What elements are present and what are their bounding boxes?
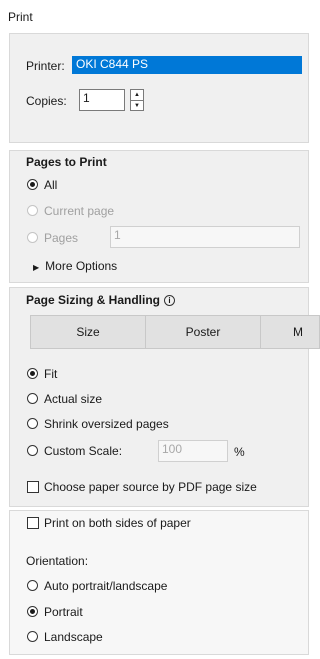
current-page-label[interactable]: Current page	[44, 204, 114, 218]
current-page-radio[interactable]	[27, 205, 38, 216]
portrait-label[interactable]: Portrait	[44, 605, 83, 619]
copies-spinner[interactable]: ▲ ▼	[130, 89, 144, 111]
fit-label[interactable]: Fit	[44, 367, 57, 381]
info-icon[interactable]: i	[164, 295, 176, 307]
more-options-label: More Options	[45, 259, 118, 273]
size-button[interactable]: Size	[30, 315, 146, 349]
poster-button-label: Poster	[185, 325, 221, 339]
sizing-heading-text: Page Sizing & Handling	[26, 293, 161, 307]
auto-orientation-radio[interactable]	[27, 580, 38, 591]
duplex-checkbox[interactable]	[27, 517, 39, 529]
actual-size-label[interactable]: Actual size	[44, 392, 102, 406]
size-button-label: Size	[76, 325, 100, 339]
paper-source-checkbox[interactable]	[27, 481, 39, 493]
spinner-down-icon[interactable]: ▼	[131, 101, 143, 111]
percent-label: %	[234, 445, 245, 459]
pages-range-input[interactable]: 1	[110, 226, 300, 248]
custom-scale-label[interactable]: Custom Scale:	[44, 444, 122, 458]
expand-triangle-icon: ▶	[33, 263, 40, 272]
spinner-up-icon[interactable]: ▲	[131, 90, 143, 101]
copies-label: Copies:	[26, 94, 67, 108]
shrink-label[interactable]: Shrink oversized pages	[44, 417, 169, 431]
all-radio[interactable]	[27, 179, 38, 190]
custom-scale-radio[interactable]	[27, 445, 38, 456]
paper-source-label[interactable]: Choose paper source by PDF page size	[44, 480, 257, 494]
all-label[interactable]: All	[44, 178, 57, 192]
actual-size-radio[interactable]	[27, 393, 38, 404]
more-options-toggle[interactable]: ▶ More Options	[33, 259, 117, 273]
multiple-button-label: M	[293, 325, 303, 339]
printer-select[interactable]: OKI C844 PS	[72, 56, 302, 74]
landscape-label[interactable]: Landscape	[44, 630, 103, 644]
copies-input[interactable]: 1	[79, 89, 125, 111]
pages-heading: Pages to Print	[26, 155, 107, 169]
printer-panel	[9, 33, 309, 143]
fit-radio[interactable]	[27, 368, 38, 379]
portrait-radio[interactable]	[27, 606, 38, 617]
duplex-label[interactable]: Print on both sides of paper	[44, 516, 191, 530]
custom-scale-input[interactable]: 100	[158, 440, 228, 462]
dialog-title: Print	[8, 10, 33, 24]
multiple-button[interactable]: M	[260, 315, 320, 349]
pages-label[interactable]: Pages	[44, 231, 78, 245]
pages-radio[interactable]	[27, 232, 38, 243]
auto-orientation-label[interactable]: Auto portrait/landscape	[44, 579, 167, 593]
shrink-radio[interactable]	[27, 418, 38, 429]
poster-button[interactable]: Poster	[145, 315, 261, 349]
orientation-label: Orientation:	[26, 554, 89, 568]
printer-label: Printer:	[26, 59, 65, 73]
sizing-heading: Page Sizing & Handling i	[26, 293, 176, 307]
landscape-radio[interactable]	[27, 631, 38, 642]
